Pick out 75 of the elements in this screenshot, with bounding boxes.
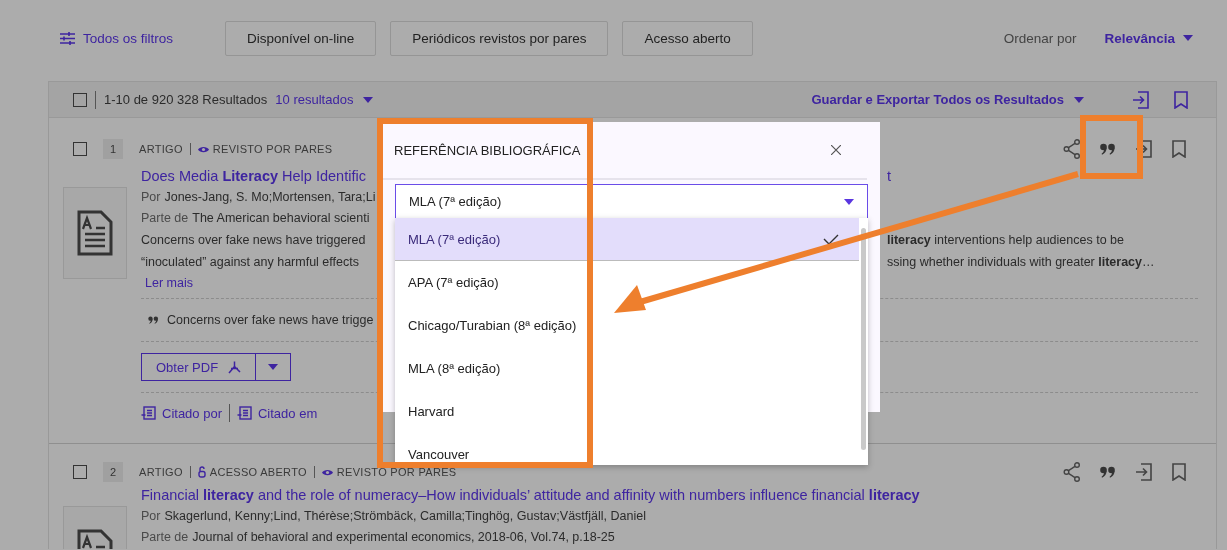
open-lock-icon (197, 466, 206, 478)
read-more-link[interactable]: Ler mais (145, 273, 193, 294)
document-icon (77, 210, 113, 256)
field-label: Parte de (141, 530, 189, 544)
check-icon (823, 233, 839, 245)
field-label: Por (141, 509, 161, 523)
result-tag: ARTIGO (139, 143, 183, 155)
result-title[interactable]: Does Media Literacy Help Identific (141, 166, 373, 187)
source-text: Journal of behavioral and experimental economics, 2018-06, Vol.74, p.18-25 (192, 530, 615, 544)
dropdown-option[interactable]: APA (7ª edição) (395, 261, 859, 304)
filter-chip[interactable]: Disponível on-line (225, 20, 377, 56)
result-checkbox[interactable] (73, 142, 87, 156)
scrollbar[interactable] (861, 228, 866, 450)
pdf-icon (228, 360, 242, 374)
result-number: 2 (103, 462, 123, 482)
dropdown-option[interactable]: Harvard (395, 390, 859, 433)
result-tag: REVISTO POR PARES (336, 466, 457, 478)
caret-icon (844, 198, 854, 205)
export-icon[interactable] (1135, 140, 1153, 158)
export-icon[interactable] (1132, 90, 1150, 109)
quote-icon (148, 316, 159, 324)
bookmark-icon[interactable] (1174, 90, 1188, 109)
result-title[interactable]: Financial literacy and the role of numeracy–How individuals’ attitude and affinity with numbers influence financial literacy (141, 487, 920, 503)
quote-icon[interactable] (1100, 466, 1116, 478)
citation-list-icon (141, 406, 156, 420)
caret-icon (363, 96, 374, 103)
all-filters-button[interactable]: Todos os filtros (60, 30, 174, 46)
bookmark-icon[interactable] (1172, 463, 1186, 481)
cited-by-link[interactable]: Citado por (141, 405, 222, 421)
bookmark-icon[interactable] (1172, 140, 1186, 158)
filter-chip[interactable]: Acesso aberto (622, 20, 753, 56)
share-icon[interactable] (1063, 139, 1081, 159)
select-all-checkbox[interactable] (73, 92, 87, 107)
abstract-text: “inoculated” against any harmful effects (141, 254, 360, 271)
export-icon[interactable] (1135, 463, 1153, 481)
dialog-title: REFERÊNCIA BIBLIOGRÁFICA (394, 142, 581, 158)
filter-chip[interactable]: Periódicos revistos por pares (390, 20, 609, 56)
result-tag: REVISTO POR PARES (212, 143, 333, 155)
dropdown-option[interactable]: MLA (7ª edição) (395, 218, 859, 261)
page-size-dropdown[interactable]: 10 resultados (275, 92, 374, 107)
highlight-frame (1080, 115, 1143, 179)
author-list: Skagerlund, Kenny;Lind, Thérèse;Strömbäck, Camilla;Tinghög, Gustav;Västfjäll, Daniel (164, 509, 646, 523)
abstract-text: literacy interventions help audiences to be (887, 232, 1125, 249)
close-button[interactable] (831, 145, 841, 155)
filter-icon (60, 31, 75, 45)
share-icon[interactable] (1063, 462, 1081, 482)
citation-list-icon (237, 406, 252, 420)
caret-icon (1074, 96, 1084, 103)
abstract-text: ssing whether individuals with greater literacy… (887, 254, 1156, 271)
save-export-dropdown[interactable]: Guardar e Exportar Todos os Resultados (811, 92, 1084, 107)
snippet-text: Concerns over fake news have trigge (167, 313, 374, 327)
caret-icon (1183, 35, 1193, 41)
cites-link[interactable]: Citado em (237, 405, 318, 421)
author-list: Jones-Jang, S. Mo;Mortensen, Tara;Li (164, 190, 376, 204)
dropdown-option[interactable]: Vancouver (395, 433, 859, 465)
caret-icon (268, 364, 279, 370)
field-label: Parte de (141, 211, 189, 225)
dropdown-option[interactable]: Chicago/Turabian (8ª edição) (395, 304, 859, 347)
sort-dropdown[interactable]: Relevância (1104, 30, 1193, 46)
source-text: The American behavioral scienti (192, 211, 370, 225)
field-label: Por (141, 190, 161, 204)
result-title[interactable]: t (887, 166, 1198, 187)
dropdown-option[interactable]: MLA (8ª edição) (395, 347, 859, 390)
abstract-text: Concerns over fake news have triggered (141, 232, 367, 249)
citation-style-select[interactable]: MLA (7ª edição) (395, 184, 868, 219)
result-tag: ARTIGO (139, 466, 183, 478)
result-tag: ACESSO ABERTO (209, 466, 307, 478)
result-number: 1 (103, 139, 123, 159)
result-checkbox[interactable] (73, 465, 87, 479)
eye-icon (321, 468, 333, 476)
sort-label: Ordenar por (1003, 30, 1077, 46)
close-icon (831, 145, 841, 155)
results-count: 1-10 de 920 328 Resultados (104, 92, 268, 107)
quote-icon[interactable] (1100, 143, 1116, 155)
eye-icon (197, 145, 209, 153)
